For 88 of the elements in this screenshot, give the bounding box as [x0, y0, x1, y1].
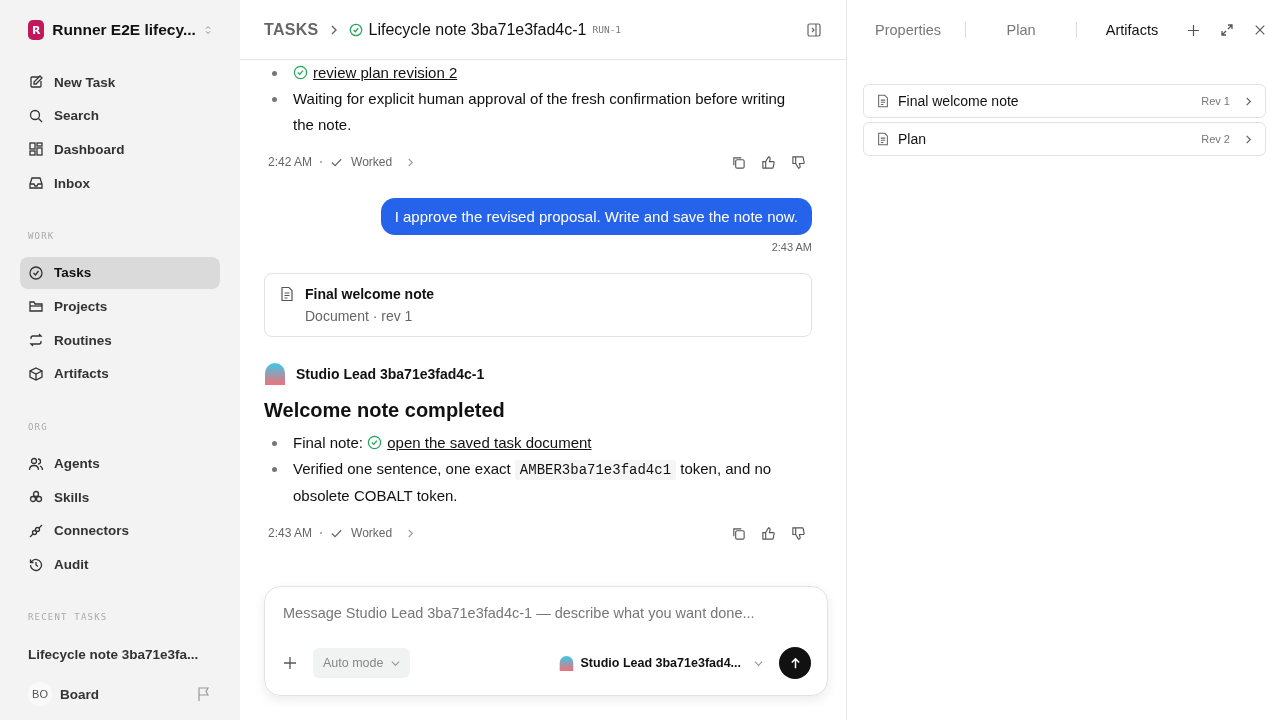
- nav-item[interactable]: New Task: [20, 66, 220, 98]
- panel-tab[interactable]: Artifacts: [1097, 22, 1167, 38]
- plus-icon[interactable]: [283, 656, 297, 670]
- nav-item[interactable]: Routines: [20, 324, 220, 357]
- bullet-text: Waiting for explicit human approval of the fresh confirmation before writing the note.: [293, 89, 787, 135]
- workspace-name: Runner E2E lifecy...: [52, 21, 196, 39]
- artifact-row[interactable]: Plan Rev 2: [863, 122, 1266, 156]
- chevron-up-down-icon: [203, 23, 212, 37]
- user-name: Board: [60, 686, 100, 702]
- nav-item[interactable]: Connectors: [20, 514, 220, 547]
- artifact-card[interactable]: Final welcome note Document · rev 1: [264, 273, 812, 337]
- chevron-right-icon[interactable]: [406, 528, 416, 538]
- work-status[interactable]: Worked: [351, 526, 393, 540]
- run-label: RUN-1: [592, 24, 622, 35]
- message-time: 2:42 AM: [268, 155, 313, 169]
- nav-item[interactable]: Search: [20, 99, 220, 132]
- artifact-row[interactable]: Final welcome note Rev 1: [863, 84, 1266, 118]
- chevron-right-icon: [1244, 134, 1253, 144]
- thumbs-down-icon[interactable]: [791, 154, 806, 170]
- document-link[interactable]: review plan revision 2: [313, 64, 458, 81]
- check-circle-icon: [348, 22, 363, 37]
- nav-item[interactable]: Artifacts: [20, 357, 220, 390]
- inbox-icon: [28, 175, 44, 192]
- message-time: 2:43 AM: [268, 526, 313, 540]
- nav-item[interactable]: Agents: [20, 447, 220, 480]
- document-icon: [876, 94, 890, 108]
- nav-item[interactable]: Audit: [20, 548, 220, 581]
- revision-label: Rev 1: [1201, 95, 1230, 107]
- nav-item[interactable]: Projects: [20, 290, 220, 323]
- nav-item[interactable]: Dashboard: [20, 133, 220, 166]
- document-icon: [279, 286, 295, 302]
- revision-label: Rev 2: [1201, 133, 1230, 145]
- artifact-subtitle: Document · rev 1: [305, 308, 414, 324]
- expand-icon[interactable]: [1220, 23, 1234, 37]
- document-link[interactable]: open the saved task document: [387, 434, 592, 451]
- recent-task-item[interactable]: Lifecycle note 3ba71e3fa...: [20, 638, 220, 671]
- thumbs-down-icon[interactable]: [791, 525, 806, 541]
- agent-selector[interactable]: Studio Lead 3ba71e3fad4...: [558, 655, 763, 671]
- caret-icon: [754, 658, 763, 668]
- nav-item[interactable]: Inbox: [20, 167, 220, 200]
- close-icon[interactable]: [1254, 24, 1266, 36]
- new-task-icon: [28, 74, 44, 90]
- check-circle-icon: [367, 435, 383, 450]
- artifact-title: Final welcome note: [305, 286, 435, 302]
- thumbs-up-icon[interactable]: [761, 154, 776, 170]
- section-heading: RECENT TASKS: [28, 612, 109, 623]
- search-icon: [28, 107, 44, 124]
- bullet-text: Verified one sentence, one exact AMBER3ba71e3fad4c1 token, and no obsolete COBALT token.: [293, 459, 773, 506]
- task-title: Lifecycle note 3ba71e3fad4c-1: [368, 20, 587, 39]
- panel-toggle-icon[interactable]: [806, 21, 822, 38]
- nav-item[interactable]: Tasks: [20, 256, 220, 289]
- plug-icon: [28, 522, 44, 539]
- artifact-title: Final welcome note: [898, 93, 1019, 109]
- history-icon: [28, 556, 44, 573]
- agent-avatar-icon: [558, 655, 574, 671]
- chevron-right-icon: [1244, 96, 1253, 106]
- panel-tab[interactable]: Plan: [986, 22, 1056, 38]
- message-heading: Welcome note completed: [264, 399, 506, 422]
- folder-icon: [28, 298, 44, 315]
- breadcrumb-link[interactable]: TASKS: [264, 20, 319, 39]
- section-heading: ORG: [28, 421, 49, 432]
- user-message: I approve the revised proposal. Write and save the note now.: [380, 198, 812, 235]
- document-icon: [876, 132, 890, 146]
- dashboard-icon: [28, 141, 44, 158]
- thumbs-up-icon[interactable]: [761, 525, 776, 541]
- section-heading: WORK: [28, 230, 56, 241]
- caret-icon: [391, 658, 401, 668]
- panel-tab[interactable]: Properties: [875, 22, 945, 38]
- workspace-switcher[interactable]: R Runner E2E lifecy...: [20, 18, 220, 42]
- user-avatar: BO: [28, 682, 52, 706]
- check-circle-icon: [293, 65, 308, 80]
- chevron-right-icon[interactable]: [406, 157, 416, 167]
- work-status[interactable]: Worked: [351, 155, 393, 169]
- bullet-text: Final note: open the saved task document: [293, 433, 592, 453]
- message-time: 2:43 AM: [771, 241, 812, 253]
- repeat-icon: [28, 332, 44, 349]
- agent-avatar-icon: [264, 363, 286, 385]
- agent-name: Studio Lead 3ba71e3fad4c-1: [296, 366, 485, 382]
- people-icon: [28, 455, 44, 472]
- copy-icon[interactable]: [731, 525, 746, 541]
- check-circle-icon: [28, 264, 44, 281]
- workspace-logo: R: [28, 20, 45, 40]
- send-button[interactable]: [779, 647, 811, 679]
- nav-item[interactable]: Skills: [20, 481, 220, 514]
- copy-icon[interactable]: [731, 154, 746, 170]
- cube-icon: [28, 365, 44, 382]
- artifact-title: Plan: [898, 131, 927, 147]
- plus-icon[interactable]: [1187, 23, 1200, 37]
